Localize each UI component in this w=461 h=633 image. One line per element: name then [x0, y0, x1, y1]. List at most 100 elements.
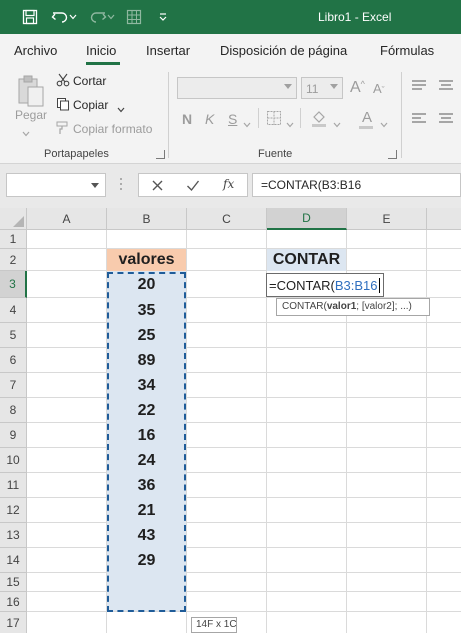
gridline	[27, 322, 461, 323]
font-size-combo[interactable]: 11	[301, 77, 343, 99]
copy-icon[interactable]	[56, 97, 70, 114]
gridline	[27, 591, 461, 592]
row-header-1[interactable]: 1	[0, 230, 27, 249]
gridline	[27, 547, 461, 548]
paste-dropdown-icon[interactable]	[22, 126, 30, 140]
tab-archivo[interactable]: Archivo	[14, 43, 57, 58]
align-left-icon[interactable]	[411, 113, 427, 128]
font-name-combo[interactable]	[177, 77, 297, 99]
row-header-10[interactable]: 10	[0, 448, 27, 473]
fill-color-icon[interactable]	[310, 109, 328, 130]
cell-d3-editing[interactable]: =CONTAR(B3:B16	[266, 273, 384, 297]
cancel-icon[interactable]	[151, 179, 164, 195]
italic-button[interactable]: K	[205, 111, 214, 127]
row-header-17[interactable]: 17	[0, 612, 27, 633]
row-header-7[interactable]: 7	[0, 373, 27, 398]
font-color-button[interactable]: A	[362, 109, 372, 126]
gridline	[27, 472, 461, 473]
align-middle-icon[interactable]	[438, 80, 454, 95]
borders-icon[interactable]	[266, 110, 282, 129]
insert-function-button[interactable]: fx	[223, 177, 234, 191]
column-header-e[interactable]: E	[347, 208, 427, 230]
redo-icon[interactable]	[88, 8, 108, 26]
font-launcher-icon[interactable]	[388, 150, 397, 159]
bold-button[interactable]: N	[182, 111, 192, 127]
tab-disposicion-de-pagina[interactable]: Disposición de página	[220, 43, 347, 58]
font-name-dropdown-icon[interactable]	[284, 84, 292, 89]
grid-icon[interactable]	[124, 8, 144, 26]
tab-formulas[interactable]: Fórmulas	[380, 43, 434, 58]
worksheet-grid: A B C D E 1 2 3 4 5 6 7 8 9 10 11 12 13 …	[0, 208, 461, 633]
save-icon[interactable]	[20, 8, 40, 26]
tooltip-current-argument: valor1	[326, 301, 357, 312]
gridline	[27, 572, 461, 573]
borders-dropdown-icon[interactable]	[286, 117, 294, 131]
grow-font-icon[interactable]: A^	[350, 79, 365, 97]
tooltip-remaining-arguments: ; [valor2]; ...)	[356, 301, 412, 312]
row-header-2[interactable]: 2	[0, 249, 27, 271]
gridline	[27, 497, 461, 498]
cell-b2[interactable]: valores	[107, 249, 186, 271]
cut-button[interactable]: Cortar	[73, 74, 106, 88]
paste-icon[interactable]	[16, 74, 46, 111]
copy-button[interactable]: Copiar	[73, 98, 108, 112]
fill-color-dropdown-icon[interactable]	[333, 117, 341, 131]
paste-label[interactable]: Pegar	[15, 108, 47, 122]
format-painter-icon[interactable]	[56, 121, 70, 138]
ribbon-group-divider	[168, 72, 169, 158]
format-painter-button[interactable]: Copiar formato	[73, 122, 152, 136]
column-header-d[interactable]: D	[267, 208, 347, 230]
text-cursor	[378, 277, 380, 293]
font-divider	[300, 108, 301, 128]
title-bar: Libro1 - Excel	[0, 0, 461, 34]
row-header-16[interactable]: 16	[0, 592, 27, 612]
undo-icon[interactable]	[50, 8, 70, 26]
row-header-8[interactable]: 8	[0, 398, 27, 423]
copy-dropdown-icon[interactable]	[117, 102, 125, 116]
underline-button[interactable]: S	[228, 111, 237, 127]
selection-marquee	[107, 272, 186, 612]
row-header-12[interactable]: 12	[0, 498, 27, 523]
enter-check-icon[interactable]	[186, 179, 200, 195]
redo-dropdown-icon[interactable]	[106, 8, 116, 26]
ribbon-tabs: Archivo Inicio Insertar Disposición de p…	[0, 34, 461, 66]
gridline	[27, 347, 461, 348]
row-header-14[interactable]: 14	[0, 548, 27, 573]
select-all-corner[interactable]	[0, 208, 27, 230]
row-header-4[interactable]: 4	[0, 298, 27, 323]
font-size-value: 11	[306, 82, 319, 96]
undo-dropdown-icon[interactable]	[68, 8, 78, 26]
row-header-6[interactable]: 6	[0, 348, 27, 373]
row-header-9[interactable]: 9	[0, 423, 27, 448]
formula-bar-grip-icon	[119, 176, 123, 195]
row-header-15[interactable]: 15	[0, 573, 27, 592]
row-header-5[interactable]: 5	[0, 323, 27, 348]
tab-inicio[interactable]: Inicio	[86, 43, 116, 58]
name-box[interactable]	[6, 173, 106, 197]
column-header-f-partial[interactable]	[427, 208, 461, 230]
column-header-b[interactable]: B	[107, 208, 187, 230]
underline-dropdown-icon[interactable]	[243, 117, 251, 131]
clipboard-launcher-icon[interactable]	[156, 150, 165, 159]
gridline	[27, 611, 461, 612]
scissors-icon[interactable]	[56, 73, 70, 90]
customize-dropdown-icon[interactable]	[156, 8, 170, 26]
tab-insertar[interactable]: Insertar	[146, 43, 190, 58]
align-top-icon[interactable]	[411, 80, 427, 95]
name-box-dropdown-icon[interactable]	[91, 183, 99, 188]
tooltip-function-name: CONTAR(	[282, 301, 327, 312]
align-center-icon[interactable]	[438, 113, 454, 128]
font-size-dropdown-icon[interactable]	[330, 84, 338, 89]
font-color-dropdown-icon[interactable]	[380, 117, 388, 131]
row-header-13[interactable]: 13	[0, 523, 27, 548]
column-header-c[interactable]: C	[187, 208, 267, 230]
formula-input[interactable]: =CONTAR(B3:B16	[252, 173, 461, 197]
row-header-3[interactable]: 3	[0, 271, 27, 298]
gridline	[27, 447, 461, 448]
shrink-font-icon[interactable]: Aˇ	[373, 81, 385, 96]
active-tab-indicator	[86, 62, 120, 65]
row-header-11[interactable]: 11	[0, 473, 27, 498]
range-size-tooltip: 14F x 1C	[191, 617, 237, 633]
column-header-a[interactable]: A	[27, 208, 107, 230]
cell-d2[interactable]: CONTAR	[267, 249, 346, 271]
